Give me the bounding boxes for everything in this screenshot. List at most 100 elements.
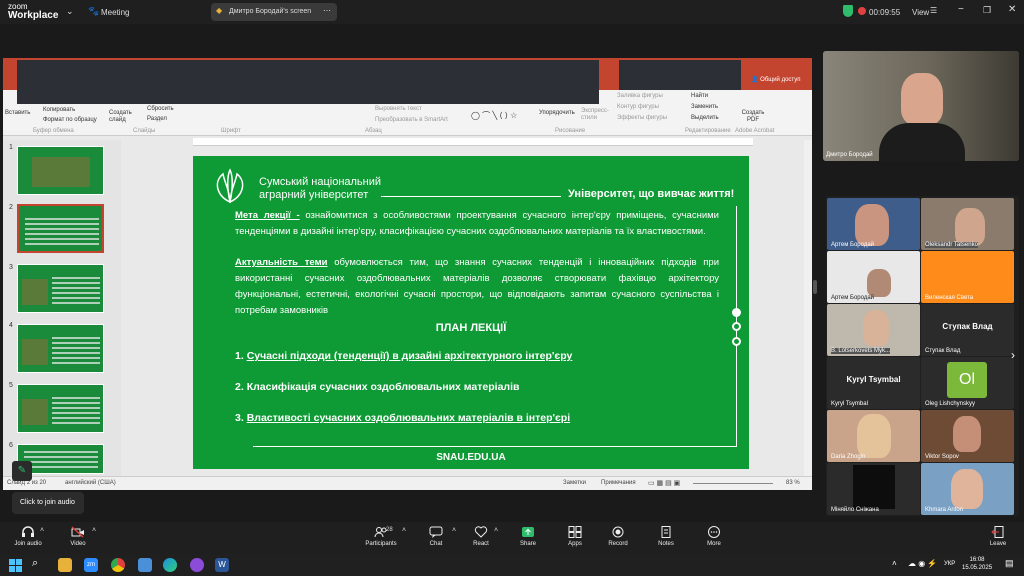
more-options-icon[interactable]: ⋯: [323, 6, 331, 15]
create-pdf-button[interactable]: Создать PDF: [739, 110, 767, 124]
replace-button[interactable]: Заменить: [691, 104, 718, 110]
share-access-button[interactable]: 👤 Общий доступ: [751, 76, 800, 83]
participant-name: Khmara Anton: [925, 507, 964, 513]
vertical-scrollbar[interactable]: [804, 140, 812, 476]
format-painter-button[interactable]: Формат по образцу: [43, 117, 97, 123]
search-icon[interactable]: ⌕: [32, 557, 38, 570]
mail-icon[interactable]: [138, 558, 152, 572]
annotate-icon[interactable]: ✎: [12, 461, 32, 481]
participant-face: [951, 469, 983, 509]
participant-tile[interactable]: Oleksandr Tatsenko: [921, 198, 1014, 250]
windows-start-icon[interactable]: [8, 558, 22, 572]
apps-button[interactable]: Apps: [553, 526, 597, 547]
more-button[interactable]: More: [692, 526, 736, 547]
reset-button[interactable]: Сбросить: [147, 106, 174, 112]
smartart-button[interactable]: Преобразовать в SmartArt: [375, 117, 448, 123]
language-indicator[interactable]: английский (США): [65, 480, 116, 486]
tray-icons[interactable]: ☁ ◉ ⚡: [908, 559, 937, 568]
view-button[interactable]: View: [912, 8, 929, 17]
word-icon[interactable]: W: [215, 558, 229, 572]
participant-name: Виленская Света: [925, 295, 974, 301]
viber-icon[interactable]: [190, 558, 204, 572]
chevron-up-icon[interactable]: ˄: [452, 527, 456, 534]
slide-thumbnail[interactable]: [17, 146, 104, 195]
section-button[interactable]: Раздел: [147, 116, 167, 122]
zoom-slider[interactable]: [693, 483, 773, 484]
slide-thumbnail[interactable]: [17, 384, 104, 433]
record-button[interactable]: Record: [596, 526, 640, 547]
chevron-down-icon[interactable]: ⌄: [66, 6, 74, 17]
chevron-up-icon[interactable]: ˄: [402, 527, 406, 534]
participant-tile[interactable]: Daria Zhoglo: [827, 410, 920, 462]
participants-label: Participants: [365, 541, 397, 547]
participant-tile[interactable]: Виленская Света: [921, 251, 1014, 303]
plan-item: 1. Сучасні підходи (тенденції) в дизайні…: [235, 350, 572, 362]
plan-item: 2. Класифікація сучасних оздоблювальних …: [235, 381, 519, 393]
new-slide-button[interactable]: Создать слайд: [109, 110, 133, 124]
select-button[interactable]: Выделить: [691, 115, 719, 121]
plan-item-text: Класифікація сучасних оздоблювальних мат…: [246, 381, 520, 393]
notes-button[interactable]: Notes: [644, 526, 688, 547]
chrome-icon[interactable]: [111, 558, 125, 572]
find-button[interactable]: Найти: [691, 93, 708, 99]
shape-outline-button[interactable]: Контур фигуры: [617, 104, 659, 110]
clock[interactable]: 16:08 15.05.2025: [962, 556, 992, 572]
close-icon[interactable]: ✕: [1008, 4, 1016, 15]
tray-chevron-icon[interactable]: ˄: [892, 559, 897, 568]
notes-button[interactable]: Заметки: [563, 480, 586, 486]
thumb-number: 3: [9, 264, 13, 271]
screen-share-indicator[interactable]: ◆ Дмитро Бородай's screen ⋯: [211, 3, 337, 21]
participant-name: Артем Бородай: [831, 242, 875, 248]
share-button[interactable]: Share: [506, 526, 550, 547]
participant-tile[interactable]: Ступак Влад Ступак Влад: [921, 304, 1014, 356]
comments-button[interactable]: Примечания: [601, 480, 636, 486]
participant-tile[interactable]: Артем Бородай: [827, 251, 920, 303]
meeting-label[interactable]: Meeting: [101, 8, 129, 17]
chevron-up-icon[interactable]: ˄: [494, 527, 498, 534]
participant-tile[interactable]: B. Lotserkovets Myk...: [827, 304, 920, 356]
zoom-logo: zoom Workplace: [8, 2, 58, 21]
align-text-button[interactable]: Выровнять текст: [375, 106, 422, 112]
redacted-area-left: [17, 60, 599, 104]
slide-thumbnail[interactable]: [17, 324, 104, 373]
slide-thumbnail[interactable]: [17, 264, 104, 313]
zoom-app-icon[interactable]: zm: [84, 558, 98, 572]
view-mode-icons[interactable]: ▭ ▦ ▤ ▣: [648, 479, 680, 487]
minimize-icon[interactable]: −: [958, 4, 964, 15]
quick-styles-button[interactable]: Экспресс-стили: [581, 108, 609, 122]
clock-date: 15.05.2025: [962, 565, 993, 571]
shield-icon[interactable]: [843, 5, 853, 17]
participants-button[interactable]: Participants: [356, 526, 406, 547]
active-speaker-video[interactable]: Дмитро Бородай: [823, 51, 1019, 161]
notification-icon[interactable]: ▤: [1005, 558, 1014, 569]
chevron-up-icon[interactable]: ˄: [92, 527, 96, 534]
leave-button[interactable]: Leave: [976, 526, 1020, 547]
participant-tile[interactable]: Ol Oleg Lishchynskyy: [921, 357, 1014, 409]
participant-tile[interactable]: Міняйло Сніжана: [827, 463, 920, 515]
keyboard-language[interactable]: УКР: [944, 561, 955, 567]
shapes-gallery[interactable]: ◯ ⌒ ╲ ⟨ ⟩ ☆: [471, 110, 517, 121]
shape-effects-button[interactable]: Эффекты фигуры: [617, 115, 667, 121]
slide-thumbnail-selected[interactable]: [17, 204, 104, 253]
zoom-level[interactable]: 83 %: [786, 480, 800, 486]
gallery-next-icon[interactable]: ›: [1011, 348, 1015, 362]
restore-icon[interactable]: ❐: [983, 5, 991, 16]
slides-group-label: Слайды: [133, 128, 156, 134]
copy-button[interactable]: Копировать: [43, 107, 75, 113]
participant-tile[interactable]: Viktor Sopov: [921, 410, 1014, 462]
chevron-up-icon[interactable]: ˄: [40, 527, 44, 534]
arrange-button[interactable]: Упорядочить: [539, 110, 575, 116]
edge-icon[interactable]: [163, 558, 177, 572]
windows-taskbar: ⌕ zm W ˄ ☁ ◉ ⚡ УКР 16:08 15.05.2025 ▤: [0, 554, 1024, 576]
file-explorer-icon[interactable]: [58, 558, 72, 572]
participant-face: [867, 269, 891, 297]
paste-button[interactable]: Вставить: [5, 110, 30, 116]
panel-resize-handle[interactable]: [813, 280, 817, 294]
join-audio-tooltip: Click to join audio: [12, 492, 84, 514]
participant-tile[interactable]: Артем Бородай: [827, 198, 920, 250]
participant-tile[interactable]: Khmara Anton: [921, 463, 1014, 515]
participant-tile[interactable]: Kyryl Tsymbal Kyryl Tsymbal: [827, 357, 920, 409]
view-menu-icon[interactable]: ☰: [930, 6, 937, 15]
shape-fill-button[interactable]: Заливка фигуры: [617, 93, 663, 99]
plan-item: 3. Властивості сучасних оздоблювальних м…: [235, 412, 570, 424]
